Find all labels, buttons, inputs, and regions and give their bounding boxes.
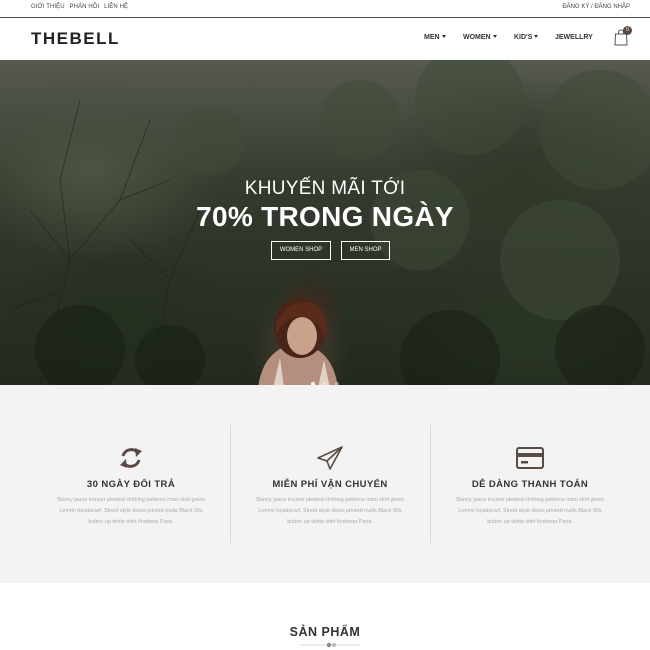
chevron-down-icon: [534, 35, 539, 38]
features-section: 30 NGÀY ĐỔI TRẢ Skinny jeans trouser ple…: [0, 385, 650, 583]
feature-returns: 30 NGÀY ĐỔI TRẢ Skinny jeans trouser ple…: [31, 385, 231, 583]
hero-model-figure: [258, 298, 338, 385]
feature-description: Skinny jeans trouser pleated clothing pa…: [255, 497, 405, 525]
men-shop-button[interactable]: MEN SHOP: [341, 241, 390, 260]
nav-item-kids[interactable]: KID'S: [514, 34, 539, 41]
hero-banner: KHUYẾN MÃI TỚI 70% TRONG NGÀY WOMEN SHOP…: [0, 60, 650, 385]
hero-title-line2: 70% TRONG NGÀY: [196, 201, 454, 232]
nav-item-women-label: WOMEN: [463, 34, 491, 41]
main-header: THEBELL MEN WOMEN KID'S JEWELLRY 0: [0, 19, 650, 60]
feature-easy-payment: DỄ DÀNG THANH TOÁN Skinny jeans trouser …: [430, 385, 630, 583]
top-link-contact[interactable]: LIÊN HỆ: [104, 4, 128, 10]
cart-count-badge: 0: [623, 26, 632, 35]
slider-dots: [0, 373, 650, 385]
nav-item-men[interactable]: MEN: [424, 34, 446, 41]
nav-item-women[interactable]: WOMEN: [463, 34, 497, 41]
site-logo[interactable]: THEBELL: [31, 29, 120, 49]
women-shop-button[interactable]: WOMEN SHOP: [271, 241, 331, 260]
title-divider-ornament: [300, 642, 360, 648]
feature-title: 30 NGÀY ĐỔI TRẢ: [86, 479, 176, 490]
products-section-title: SẢN PHẨM: [289, 625, 361, 639]
credit-card-icon: [516, 447, 544, 469]
top-links: GIỚI THIỆU PHẢN HỒI LIÊN HỆ: [31, 4, 131, 10]
top-bar: GIỚI THIỆU PHẢN HỒI LIÊN HỆ ĐĂNG KÝ / ĐĂ…: [0, 0, 650, 18]
feature-description: Skinny jeans trouser pleated clothing pa…: [455, 497, 605, 525]
nav-item-kids-label: KID'S: [514, 34, 533, 41]
feature-title: DỄ DÀNG THANH TOÁN: [471, 479, 589, 490]
top-link-feedback[interactable]: PHẢN HỒI: [70, 4, 100, 10]
paper-plane-icon: [317, 446, 343, 470]
feature-title: MIỄN PHÍ VẬN CHUYỂN: [272, 479, 388, 490]
refresh-icon: [120, 448, 142, 468]
nav-item-men-label: MEN: [424, 34, 440, 41]
top-link-about[interactable]: GIỚI THIỆU: [31, 4, 65, 10]
account-link[interactable]: ĐĂNG KÝ / ĐĂNG NHẬP: [562, 4, 630, 10]
chevron-down-icon: [441, 35, 446, 38]
chevron-down-icon: [492, 35, 497, 38]
feature-free-shipping: MIỄN PHÍ VẬN CHUYỂN Skinny jeans trouser…: [230, 385, 430, 583]
feature-description: Skinny jeans trouser pleated clothing pa…: [56, 497, 206, 525]
hero-title-line1: KHUYẾN MÃI TỚI: [244, 178, 406, 199]
nav-item-jewellry[interactable]: JEWELLRY: [555, 34, 593, 41]
